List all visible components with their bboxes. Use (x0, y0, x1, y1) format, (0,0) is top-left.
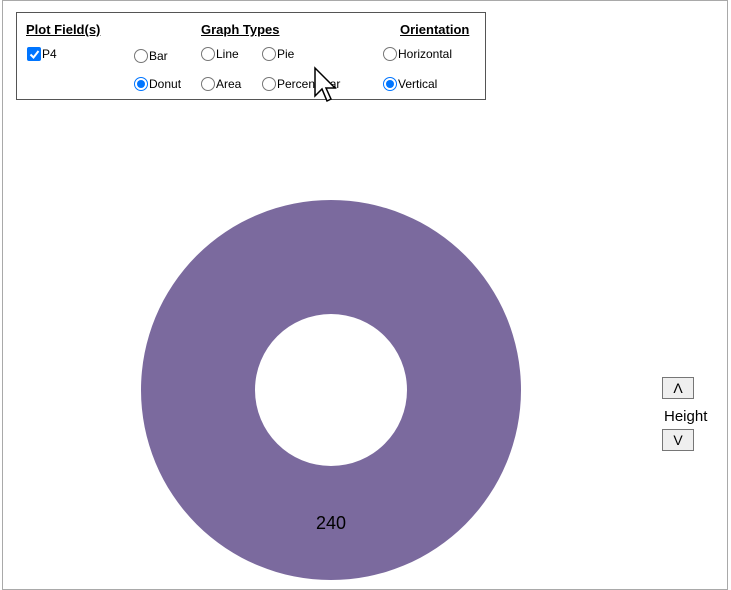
donut-slice-label: 240 (316, 513, 346, 533)
height-increase-button[interactable]: Λ (662, 377, 694, 399)
height-label: Height (664, 408, 708, 425)
height-decrease-button[interactable]: V (662, 429, 694, 451)
donut-chart: 240 (141, 200, 521, 580)
